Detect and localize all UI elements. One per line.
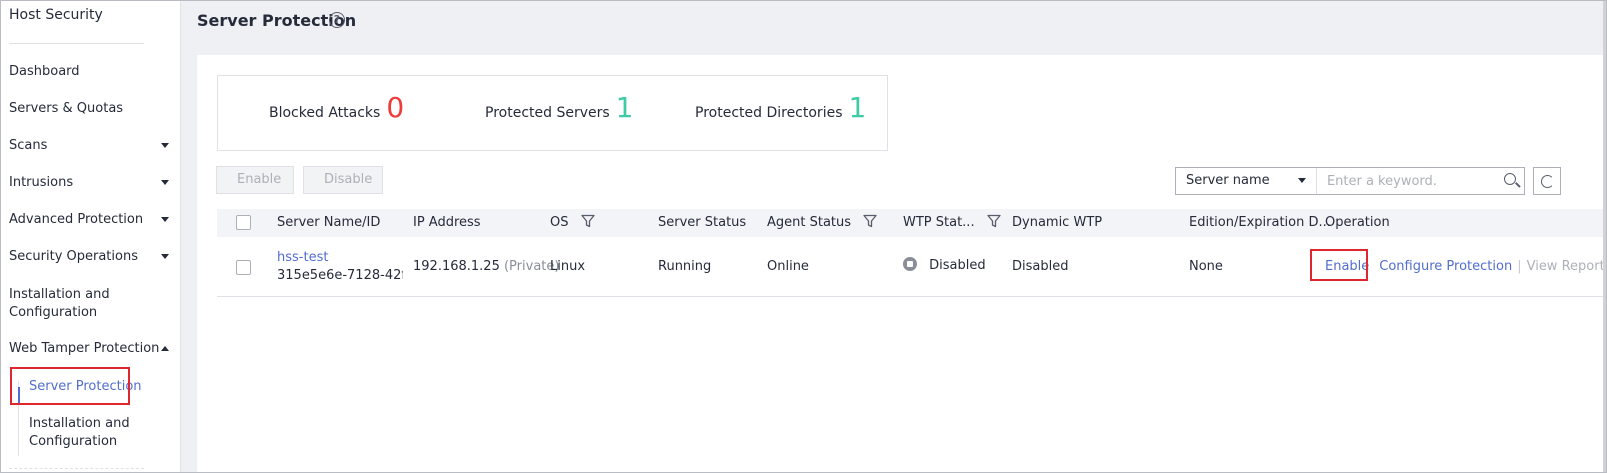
column-header-label: WTP Stat... bbox=[903, 215, 975, 230]
stat-value: 1 bbox=[615, 91, 634, 124]
window-right-edge bbox=[1603, 1, 1606, 472]
stat-value: 0 bbox=[386, 91, 405, 124]
column-header-wtp-status: WTP Stat... bbox=[903, 209, 1001, 237]
stats-summary: Blocked Attacks 0 Protected Servers 1 Pr… bbox=[217, 75, 888, 151]
search-field-select[interactable]: Server name bbox=[1176, 168, 1317, 194]
table-row: hss-test 315e5e6e-7128-42f3-ae 192.168.1… bbox=[217, 237, 1606, 297]
sidebar-title: Host Security bbox=[9, 7, 103, 23]
column-header-label: Agent Status bbox=[767, 215, 852, 230]
filter-icon[interactable] bbox=[863, 211, 877, 228]
row-checkbox[interactable] bbox=[236, 260, 251, 275]
ip-address: 192.168.1.25 bbox=[413, 259, 500, 274]
server-name-link[interactable]: hss-test bbox=[277, 250, 328, 265]
stat-value: 1 bbox=[848, 91, 867, 124]
dynamic-wtp-cell: Disabled bbox=[1012, 259, 1069, 274]
server-status-cell: Running bbox=[658, 259, 712, 274]
sidebar-item-label: Servers & Quotas bbox=[9, 101, 124, 116]
stat-protected-directories: Protected Directories 1 bbox=[695, 92, 866, 124]
enable-link[interactable]: Enable bbox=[1325, 259, 1369, 274]
sidebar-item-dashboard[interactable]: Dashboard bbox=[9, 63, 169, 81]
agent-status-cell: Online bbox=[767, 259, 809, 274]
column-header-os: OS bbox=[550, 209, 595, 237]
chevron-down-icon bbox=[1297, 178, 1306, 183]
sidebar-item-servers-quotas[interactable]: Servers & Quotas bbox=[9, 100, 169, 118]
column-header-agent-status: Agent Status bbox=[767, 209, 877, 237]
column-header-server-status: Server Status bbox=[658, 215, 747, 230]
disable-button[interactable]: Disable bbox=[303, 166, 383, 194]
operation-separator: | bbox=[1517, 259, 1522, 274]
sidebar-item-label: Scans bbox=[9, 138, 48, 153]
stat-blocked-attacks: Blocked Attacks 0 bbox=[269, 92, 404, 124]
search-icon[interactable] bbox=[1497, 168, 1524, 194]
ip-address-cell: 192.168.1.25 (Private) bbox=[413, 259, 559, 274]
sidebar-item-label: Web Tamper Protection bbox=[9, 341, 160, 356]
table-header: Server Name/ID IP Address OS Server Stat… bbox=[217, 209, 1606, 237]
main-content: Server Protection ? Blocked Attacks 0 Pr… bbox=[181, 1, 1606, 472]
content-panel: Blocked Attacks 0 Protected Servers 1 Pr… bbox=[197, 55, 1606, 472]
subnav-active-indicator bbox=[18, 387, 20, 403]
operation-cell: Enable Configure Protection | View Report bbox=[1325, 259, 1605, 274]
view-report-link[interactable]: View Report bbox=[1527, 259, 1605, 274]
sidebar-item-scans[interactable]: Scans bbox=[9, 137, 169, 155]
chevron-down-icon bbox=[161, 254, 169, 259]
sidebar-item-advanced-protection[interactable]: Advanced Protection bbox=[9, 211, 169, 229]
server-id: 315e5e6e-7128-42f3-ae bbox=[277, 268, 403, 283]
column-header-name: Server Name/ID bbox=[277, 215, 381, 230]
column-header-edition: Edition/Expiration D... bbox=[1189, 215, 1331, 230]
sidebar-item-security-operations[interactable]: Security Operations bbox=[9, 248, 169, 266]
app-window: Host Security Dashboard Servers & Quotas… bbox=[0, 0, 1607, 473]
sidebar-item-label: Advanced Protection bbox=[9, 212, 144, 227]
chevron-down-icon bbox=[161, 217, 169, 222]
refresh-icon[interactable] bbox=[1533, 167, 1561, 195]
sidebar-subitem-server-protection[interactable]: Server Protection bbox=[29, 378, 159, 396]
sidebar-item-web-tamper-protection[interactable]: Web Tamper Protection bbox=[9, 340, 169, 358]
sidebar-bottom-divider bbox=[9, 468, 144, 469]
enable-button[interactable]: Enable bbox=[216, 166, 294, 194]
sidebar-item-intrusions[interactable]: Intrusions bbox=[9, 174, 169, 192]
column-header-ip: IP Address bbox=[413, 215, 481, 230]
column-header-label: OS bbox=[550, 215, 569, 230]
os-cell: Linux bbox=[550, 259, 586, 274]
sidebar-subitem-installation-configuration[interactable]: Installation and Configuration bbox=[29, 415, 134, 451]
edition-cell: None bbox=[1189, 259, 1223, 274]
search-field-value: Server name bbox=[1186, 173, 1270, 188]
sidebar-item-label: Security Operations bbox=[9, 249, 138, 264]
wtp-status-label: Disabled bbox=[929, 258, 986, 273]
search-bar: Server name bbox=[1175, 167, 1525, 195]
column-header-operation: Operation bbox=[1325, 215, 1390, 230]
sidebar-divider bbox=[9, 43, 144, 44]
filter-icon[interactable] bbox=[580, 211, 595, 228]
search-input[interactable] bbox=[1316, 168, 1497, 194]
sidebar: Host Security Dashboard Servers & Quotas… bbox=[1, 1, 181, 472]
configure-protection-link[interactable]: Configure Protection bbox=[1379, 259, 1512, 274]
stat-label: Blocked Attacks bbox=[269, 105, 381, 121]
filter-icon[interactable] bbox=[987, 211, 1001, 228]
stat-protected-servers: Protected Servers 1 bbox=[485, 92, 633, 124]
help-icon[interactable]: ? bbox=[329, 12, 345, 28]
stopped-status-icon bbox=[903, 257, 917, 271]
sidebar-item-installation-configuration[interactable]: Installation and Configuration bbox=[9, 286, 119, 322]
chevron-up-icon bbox=[161, 346, 169, 351]
column-header-dynamic-wtp: Dynamic WTP bbox=[1012, 215, 1103, 230]
sidebar-item-label: Dashboard bbox=[9, 64, 80, 79]
chevron-down-icon bbox=[161, 143, 169, 148]
wtp-status-cell: Disabled bbox=[903, 257, 986, 273]
chevron-down-icon bbox=[161, 180, 169, 185]
select-all-checkbox[interactable] bbox=[236, 215, 251, 230]
stat-label: Protected Directories bbox=[695, 105, 843, 121]
stat-label: Protected Servers bbox=[485, 105, 610, 121]
sidebar-item-label: Intrusions bbox=[9, 175, 74, 190]
sidebar-item-label: Installation and Configuration bbox=[9, 287, 110, 320]
